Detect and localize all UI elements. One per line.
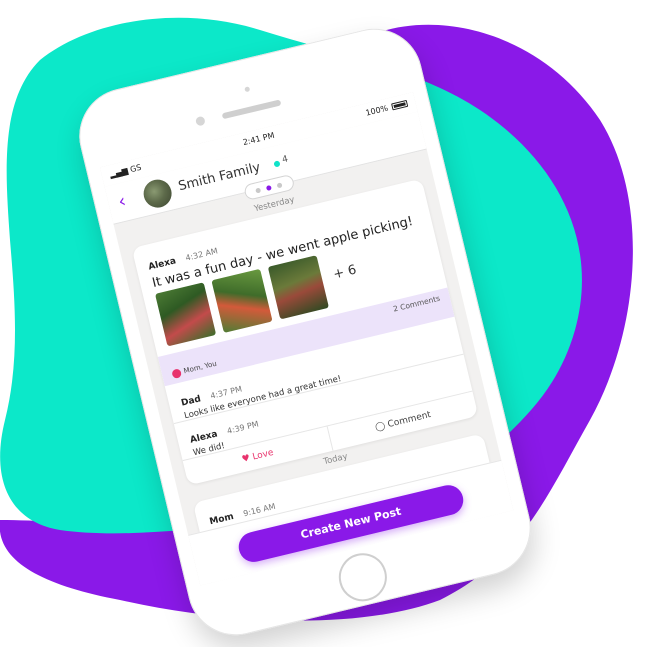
photo-thumbnail[interactable]	[154, 282, 217, 347]
page-dot-active[interactable]	[265, 184, 272, 191]
online-count: 4	[281, 154, 290, 166]
heart-icon	[171, 368, 183, 380]
more-photos-count[interactable]: + 6	[332, 263, 358, 283]
loved-by: Mom, You	[182, 359, 218, 376]
comments-count[interactable]: 2 Comments	[392, 294, 441, 314]
love-label: Love	[251, 447, 275, 463]
comment-label: Comment	[386, 410, 433, 431]
photo-thumbnail[interactable]	[211, 268, 273, 333]
page-dot[interactable]	[276, 182, 283, 189]
photo-thumbnail[interactable]	[267, 255, 329, 320]
online-indicator-icon	[273, 160, 281, 168]
page-dot[interactable]	[255, 187, 262, 194]
comment-author: Dad	[180, 394, 202, 409]
chevron-left-icon[interactable]: ‹	[116, 191, 128, 213]
battery-percent: 100%	[364, 103, 390, 118]
family-avatar[interactable]	[140, 176, 175, 211]
